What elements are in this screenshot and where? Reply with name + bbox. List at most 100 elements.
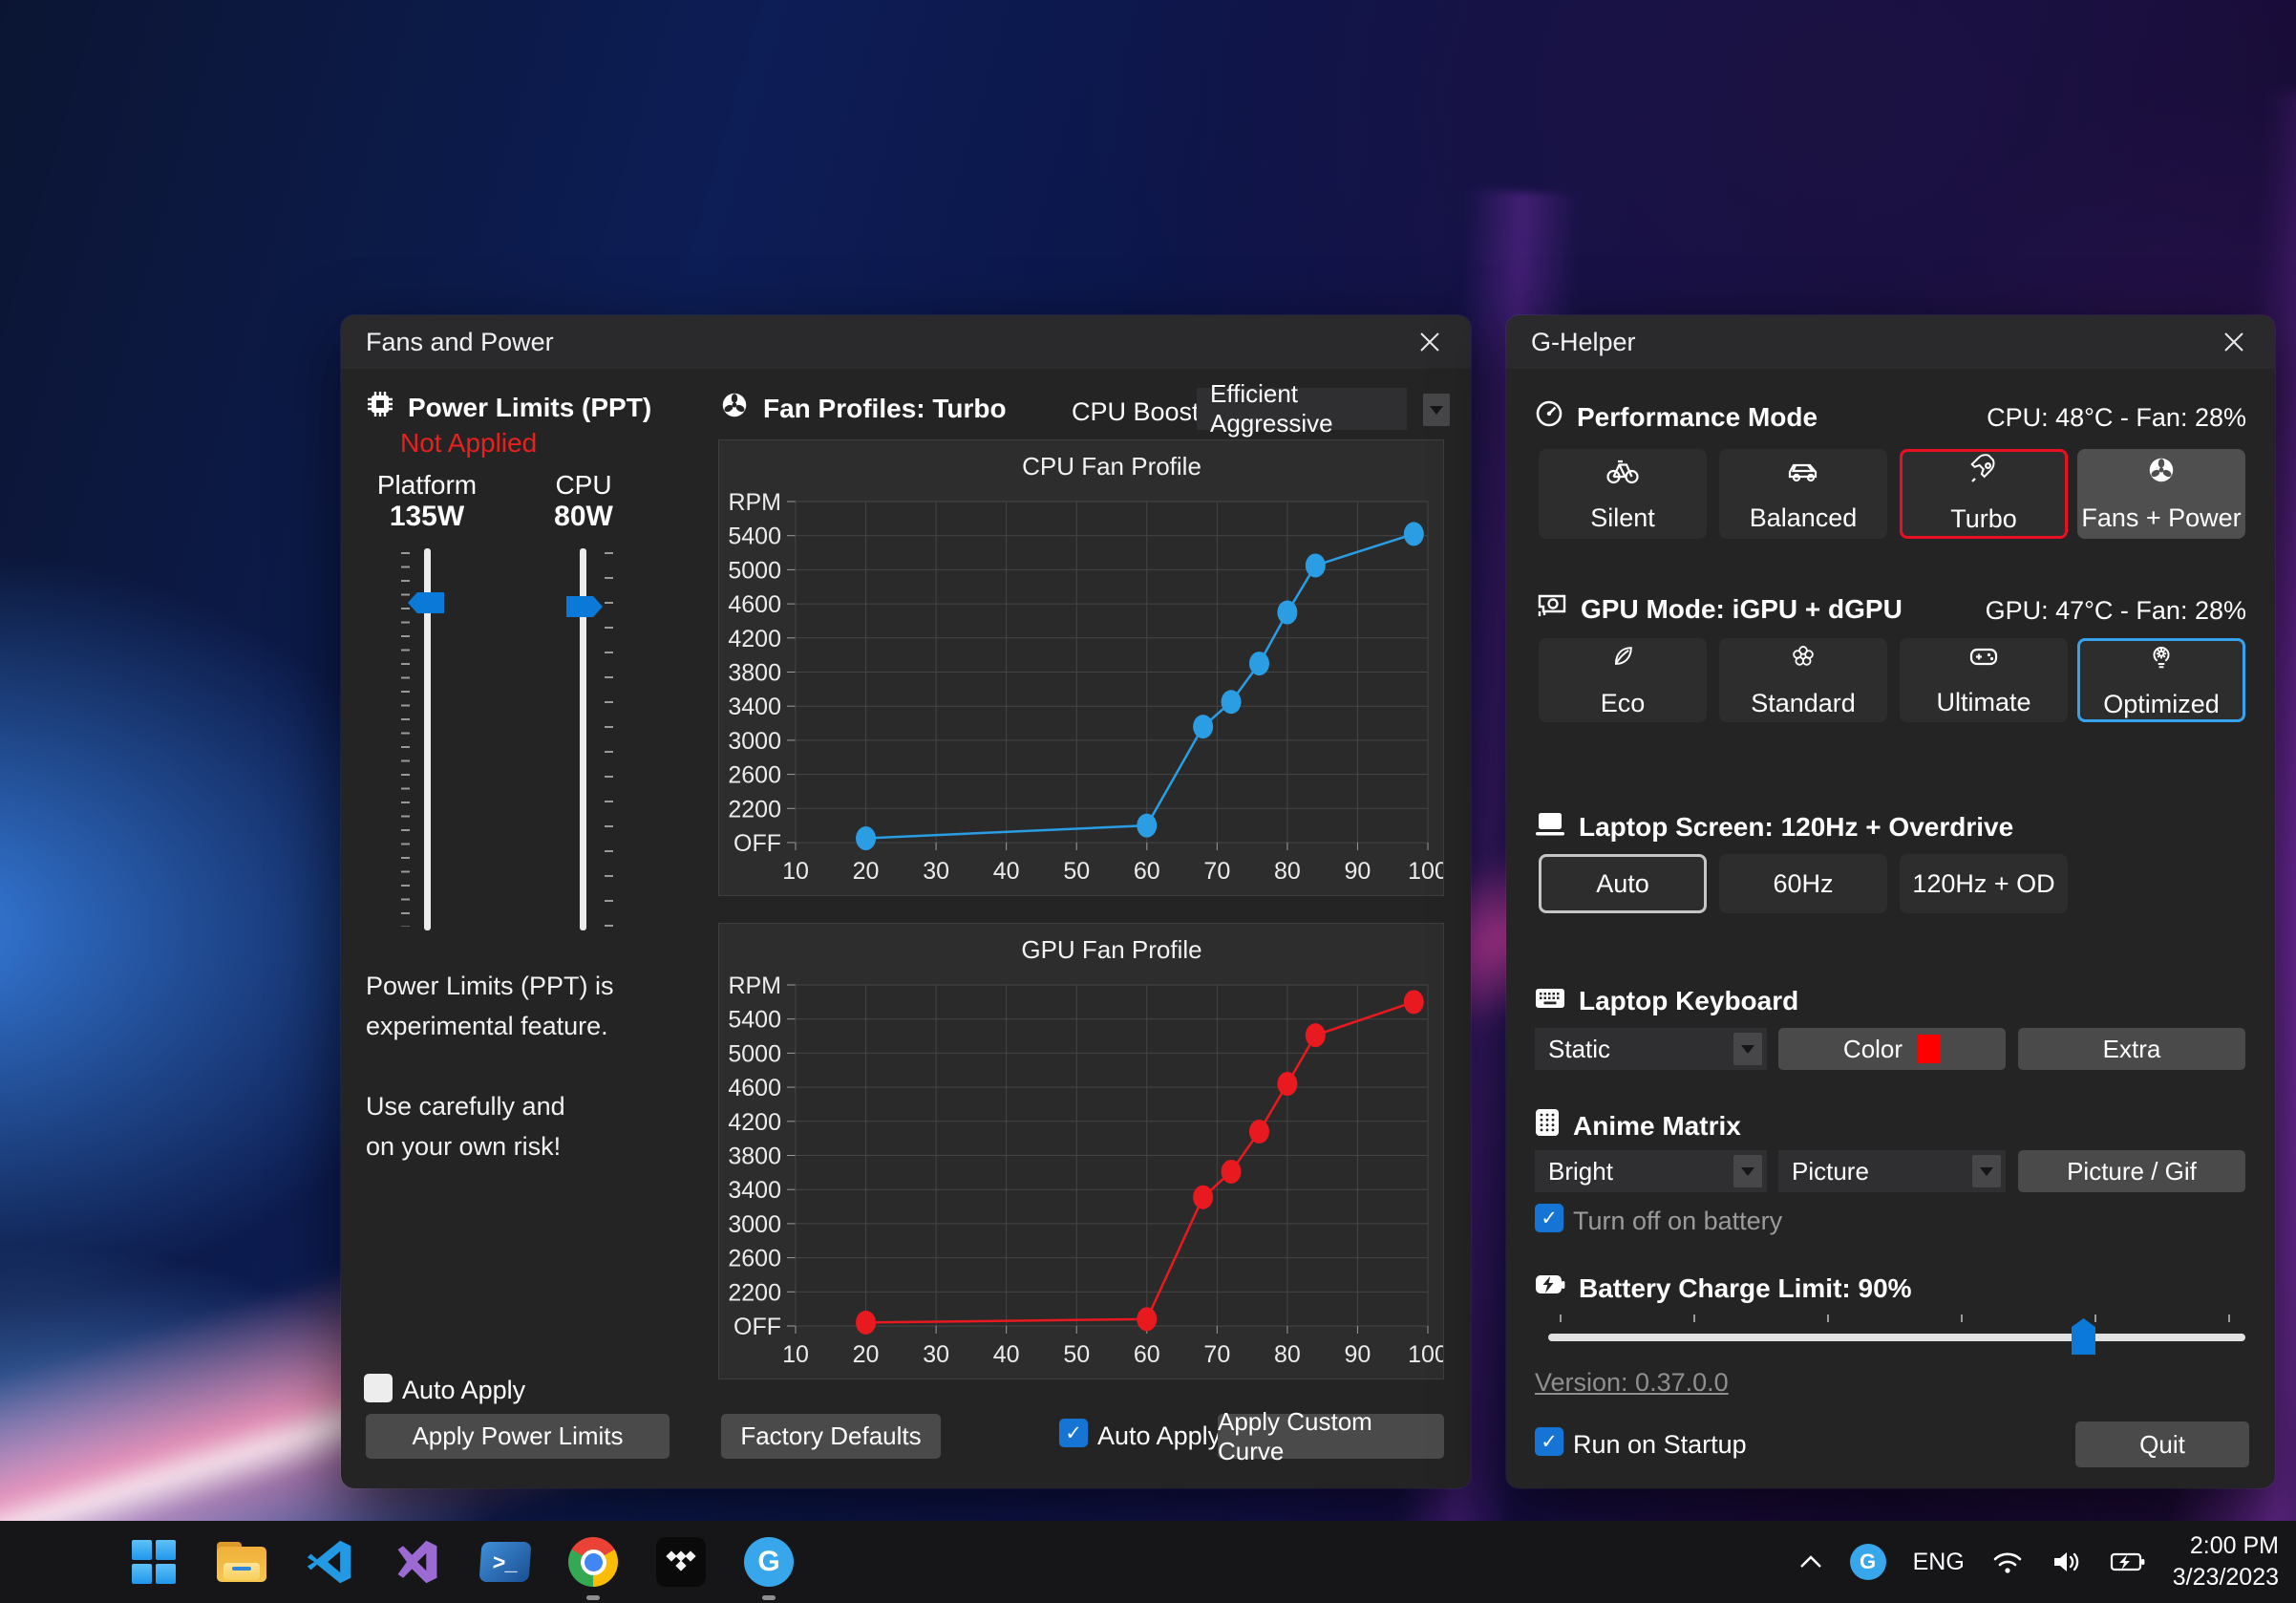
wifi-icon[interactable] bbox=[1991, 1549, 2024, 1575]
start-button[interactable] bbox=[127, 1535, 181, 1589]
matrix-picture-gif-button[interactable]: Picture / Gif bbox=[2018, 1150, 2245, 1192]
note-line: Use carefully and bbox=[366, 1087, 614, 1127]
cpu-slider-thumb[interactable] bbox=[566, 596, 603, 617]
powershell-icon: >_ bbox=[479, 1542, 532, 1582]
language-indicator[interactable]: ENG bbox=[1913, 1549, 1965, 1576]
file-explorer-button[interactable] bbox=[215, 1535, 268, 1589]
fan-profiles-title: Fan Profiles: Turbo bbox=[763, 394, 1007, 424]
ghelper-title: G-Helper bbox=[1531, 328, 1636, 357]
chevron-down-icon[interactable] bbox=[1733, 1155, 1762, 1187]
flower-icon bbox=[1789, 642, 1818, 677]
turn-off-on-battery-label: Turn off on battery bbox=[1573, 1207, 1782, 1236]
gpu-button-optimized[interactable]: Optimized bbox=[2077, 638, 2245, 722]
svg-text:20: 20 bbox=[853, 858, 880, 885]
keyboard-color-button[interactable]: Color bbox=[1778, 1028, 2006, 1070]
cpu-fan-chart[interactable]: CPU Fan ProfileOFF2200260030003400380042… bbox=[718, 439, 1444, 896]
system-tray: G ENG 2:00 PM 3/23/2023 bbox=[1798, 1521, 2279, 1603]
svg-text:3400: 3400 bbox=[728, 694, 781, 720]
cpu-fan-chart-svg[interactable]: CPU Fan ProfileOFF2200260030003400380042… bbox=[719, 440, 1443, 895]
fans-and-power-window: Fans and Power Power Limits (PPT) Not Ap… bbox=[341, 315, 1471, 1488]
turn-off-on-battery-checkbox[interactable]: ✓ bbox=[1535, 1204, 1563, 1232]
matrix-brightness-dropdown[interactable]: Bright bbox=[1535, 1150, 1767, 1192]
auto-apply-curve-checkbox[interactable]: ✓ bbox=[1059, 1419, 1088, 1447]
svg-text:10: 10 bbox=[782, 858, 809, 885]
version-link[interactable]: Version: 0.37.0.0 bbox=[1535, 1368, 1729, 1398]
battery-charging-icon[interactable] bbox=[2110, 1550, 2146, 1574]
svg-text:4600: 4600 bbox=[728, 591, 781, 618]
screen-button-auto[interactable]: Auto bbox=[1539, 854, 1707, 913]
gpu-fan-chart-svg[interactable]: GPU Fan ProfileOFF2200260030003400380042… bbox=[719, 924, 1443, 1379]
cpu-temp-status: CPU: 48°C - Fan: 28% bbox=[1987, 403, 2246, 433]
tidal-button[interactable] bbox=[654, 1535, 708, 1589]
keyboard-extra-button[interactable]: Extra bbox=[2018, 1028, 2245, 1070]
visual-studio-button[interactable] bbox=[391, 1535, 444, 1589]
note-line: on your own risk! bbox=[366, 1127, 614, 1167]
gpu-button-standard[interactable]: Standard bbox=[1719, 638, 1887, 722]
keyboard-mode-dropdown[interactable]: Static bbox=[1535, 1028, 1767, 1070]
screen-button-120hz-od[interactable]: 120Hz + OD bbox=[1900, 854, 2068, 913]
cpu-boost-dropdown[interactable]: Efficient Aggressive bbox=[1197, 388, 1407, 430]
battery-slider-track[interactable] bbox=[1548, 1334, 2245, 1341]
quit-button[interactable]: Quit bbox=[2075, 1421, 2249, 1467]
close-icon[interactable] bbox=[2218, 326, 2250, 358]
gpu-button-ultimate[interactable]: Ultimate bbox=[1900, 638, 2068, 722]
platform-slider-thumb[interactable] bbox=[408, 592, 444, 613]
svg-text:60: 60 bbox=[1134, 858, 1160, 885]
volume-icon[interactable] bbox=[2051, 1549, 2083, 1575]
close-icon[interactable] bbox=[1414, 326, 1446, 358]
perf-button-label: Silent bbox=[1590, 503, 1655, 533]
perf-button-turbo[interactable]: Turbo bbox=[1900, 449, 2068, 539]
chevron-down-icon[interactable] bbox=[1972, 1155, 2001, 1187]
car-icon bbox=[1786, 455, 1820, 492]
apply-custom-curve-button[interactable]: Apply Custom Curve bbox=[1218, 1414, 1444, 1459]
vscode-button[interactable] bbox=[303, 1535, 356, 1589]
laptop-keyboard-title: Laptop Keyboard bbox=[1579, 986, 1798, 1016]
cpu-boost-value: Efficient Aggressive bbox=[1210, 379, 1407, 438]
screen-button-label: Auto bbox=[1596, 869, 1649, 899]
fans-window-titlebar[interactable]: Fans and Power bbox=[341, 315, 1471, 369]
performance-mode-title: Performance Mode bbox=[1577, 402, 1818, 433]
svg-text:4200: 4200 bbox=[728, 626, 781, 652]
cpu-label: CPU bbox=[524, 470, 643, 501]
chevron-down-icon[interactable] bbox=[1733, 1033, 1762, 1065]
auto-apply-curve-label: Auto Apply bbox=[1097, 1421, 1221, 1451]
screen-button-60hz[interactable]: 60Hz bbox=[1719, 854, 1887, 913]
perf-button-fans-power[interactable]: Fans + Power bbox=[2077, 449, 2245, 539]
matrix-content-dropdown[interactable]: Picture bbox=[1778, 1150, 2006, 1192]
power-limits-title: Power Limits (PPT) bbox=[408, 393, 651, 423]
svg-text:3000: 3000 bbox=[728, 728, 781, 755]
svg-text:2600: 2600 bbox=[728, 1246, 781, 1272]
auto-apply-power-label: Auto Apply bbox=[402, 1376, 525, 1405]
lightbulb-gear-icon bbox=[2146, 641, 2177, 678]
bicycle-icon bbox=[1605, 455, 1640, 492]
chrome-button[interactable] bbox=[566, 1535, 620, 1589]
svg-text:3400: 3400 bbox=[728, 1177, 781, 1204]
ghelper-titlebar[interactable]: G-Helper bbox=[1506, 315, 2275, 369]
leaf-icon bbox=[1608, 642, 1637, 677]
run-on-startup-label: Run on Startup bbox=[1573, 1430, 1747, 1460]
perf-button-balanced[interactable]: Balanced bbox=[1719, 449, 1887, 539]
svg-text:60: 60 bbox=[1134, 1341, 1160, 1368]
svg-text:2200: 2200 bbox=[728, 1279, 781, 1306]
svg-text:70: 70 bbox=[1203, 858, 1230, 885]
powershell-button[interactable]: >_ bbox=[478, 1535, 532, 1589]
taskbar-clock[interactable]: 2:00 PM 3/23/2023 bbox=[2173, 1530, 2279, 1593]
perf-button-silent[interactable]: Silent bbox=[1539, 449, 1707, 539]
laptop-keyboard-header: Laptop Keyboard bbox=[1535, 986, 1798, 1016]
laptop-screen-title: Laptop Screen: 120Hz + Overdrive bbox=[1579, 812, 2013, 843]
run-on-startup-checkbox[interactable]: ✓ bbox=[1535, 1427, 1563, 1456]
power-limits-note: Power Limits (PPT) is experimental featu… bbox=[366, 967, 614, 1166]
tray-chevron-up-icon[interactable] bbox=[1798, 1554, 1823, 1570]
svg-text:4200: 4200 bbox=[728, 1109, 781, 1136]
apply-power-limits-button[interactable]: Apply Power Limits bbox=[366, 1414, 670, 1459]
cpu-boost-dropdown-arrow[interactable] bbox=[1423, 394, 1450, 426]
gpu-button-eco[interactable]: Eco bbox=[1539, 638, 1707, 722]
clock-time: 2:00 PM bbox=[2173, 1530, 2279, 1562]
g-helper-button[interactable]: G bbox=[742, 1535, 796, 1589]
gpu-fan-chart[interactable]: GPU Fan ProfileOFF2200260030003400380042… bbox=[718, 923, 1444, 1379]
rocket-icon bbox=[1967, 454, 2000, 493]
g-helper-tray-icon[interactable]: G bbox=[1850, 1544, 1886, 1580]
battery-slider-thumb[interactable] bbox=[2072, 1318, 2095, 1355]
factory-defaults-button[interactable]: Factory Defaults bbox=[721, 1414, 941, 1459]
auto-apply-power-checkbox[interactable]: ✓ bbox=[364, 1374, 393, 1402]
